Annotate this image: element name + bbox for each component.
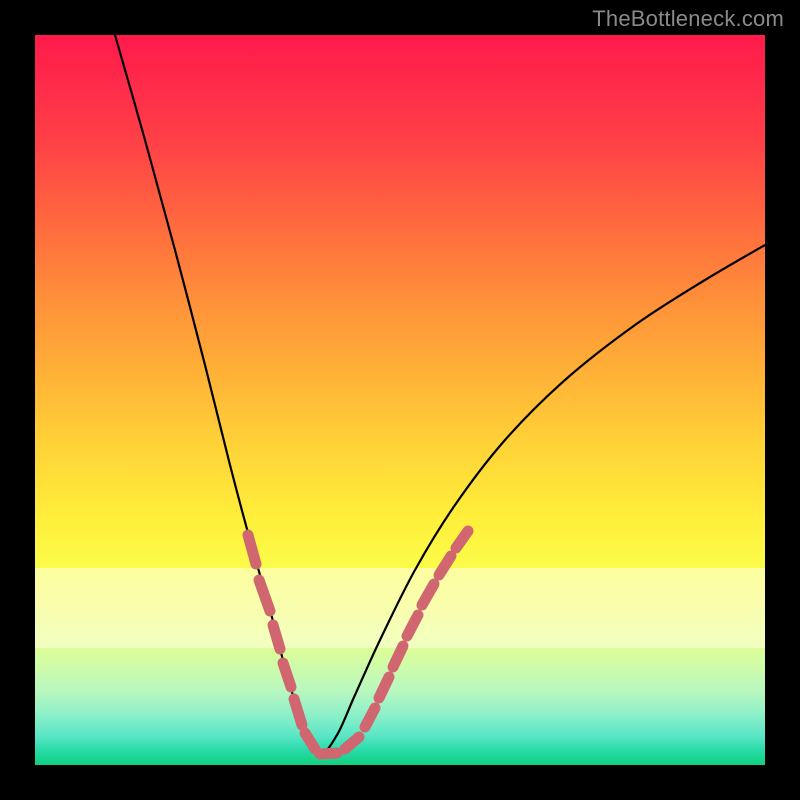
dash-segment <box>273 625 280 649</box>
dash-overlay <box>248 531 468 754</box>
dash-segment <box>283 663 291 687</box>
dash-segment <box>379 677 389 698</box>
dash-segment <box>294 699 302 725</box>
dash-segment <box>393 646 403 667</box>
watermark-text: TheBottleneck.com <box>592 6 784 32</box>
dash-segment <box>407 615 418 636</box>
dash-segment <box>259 580 270 611</box>
plot-area <box>35 35 765 765</box>
dash-segment <box>305 733 315 749</box>
dash-segment <box>345 737 359 749</box>
dash-segment <box>320 753 337 754</box>
bottleneck-curve <box>115 35 765 753</box>
dash-segment <box>365 708 375 727</box>
curve-layer <box>35 35 765 765</box>
chart-frame: TheBottleneck.com <box>0 0 800 800</box>
dash-segment <box>456 531 468 548</box>
dash-segment <box>439 556 451 575</box>
dash-segment <box>422 584 434 605</box>
dash-segment <box>248 535 256 564</box>
